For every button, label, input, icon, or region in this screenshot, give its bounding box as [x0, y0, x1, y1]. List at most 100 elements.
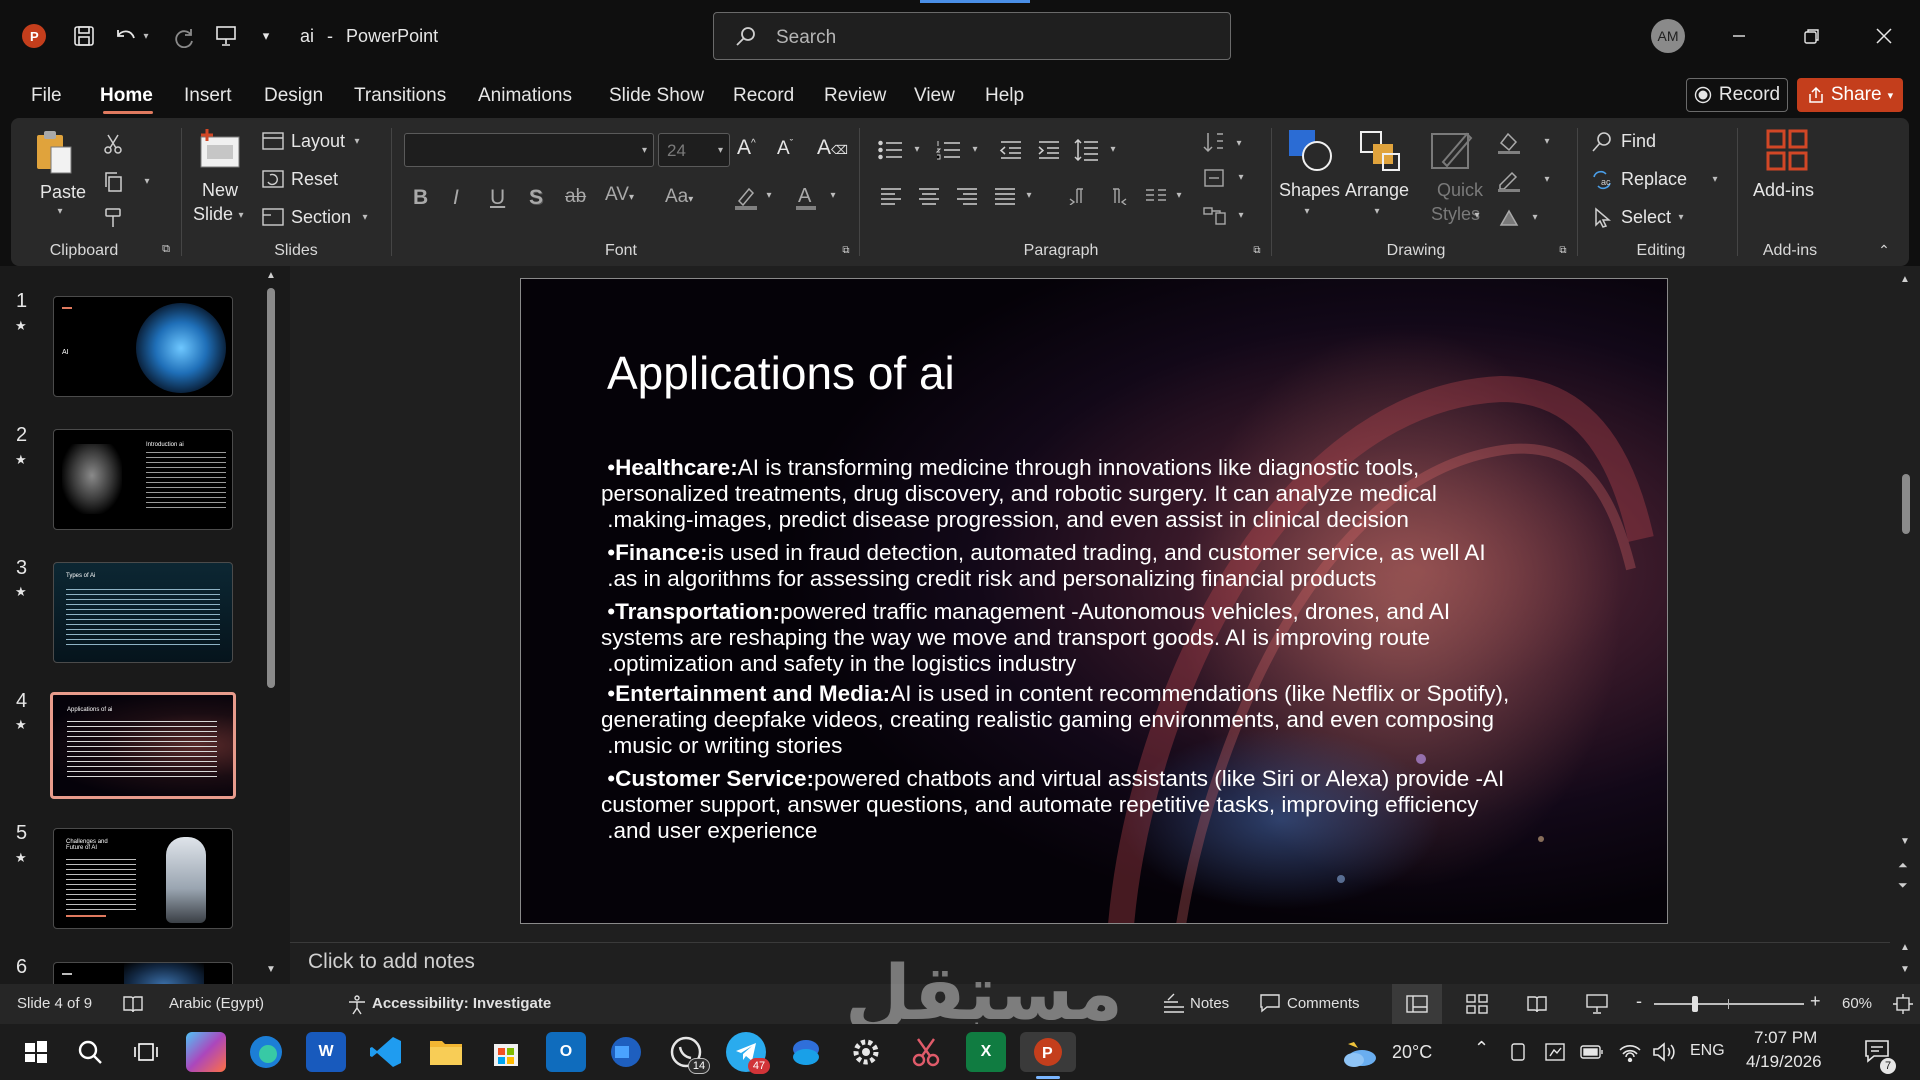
redo-icon[interactable] — [168, 20, 200, 52]
zoom-slider-handle[interactable] — [1692, 996, 1698, 1012]
align-text-icon[interactable] — [1201, 166, 1229, 190]
tab-record[interactable]: Record — [733, 85, 794, 107]
security-icon[interactable] — [1544, 1042, 1566, 1062]
replace-icon[interactable]: ac — [1589, 168, 1615, 192]
tab-home[interactable]: Home — [100, 85, 153, 107]
previous-slide-icon[interactable]: ⏶ — [1898, 858, 1908, 873]
tab-file[interactable]: File — [31, 85, 62, 107]
word-icon[interactable]: W — [306, 1032, 346, 1072]
microsoft-store-icon[interactable] — [486, 1032, 526, 1072]
file-explorer-icon[interactable] — [426, 1032, 466, 1072]
slide-thumbnail-2[interactable]: Introduction ai — [53, 429, 233, 530]
arrange-button[interactable]: Arrange — [1345, 180, 1409, 201]
right-to-left-icon[interactable] — [1105, 184, 1131, 208]
slide-show-view-icon[interactable] — [1586, 994, 1608, 1014]
spelling-check-icon[interactable] — [122, 994, 144, 1014]
quick-styles-label-1[interactable]: Quick — [1437, 180, 1483, 201]
share-button[interactable]: Share ▾ — [1797, 78, 1903, 112]
notes-placeholder[interactable]: Click to add notes — [308, 950, 475, 974]
new-slide-label-1[interactable]: New — [202, 180, 238, 201]
notes-scroll-down-icon[interactable]: ▼ — [1900, 964, 1910, 975]
reset-icon[interactable] — [261, 168, 285, 190]
slide-thumbnail-6[interactable] — [53, 962, 233, 984]
editor-scrollbar[interactable]: ▲ ▼ ⏶ ⏷ ▲ ▼ — [1896, 274, 1916, 975]
justify-dropdown-icon[interactable]: ▾ — [1023, 190, 1035, 201]
reset-button[interactable]: Reset — [291, 169, 338, 190]
tab-view[interactable]: View — [914, 85, 955, 107]
font-color-dropdown-icon[interactable]: ▾ — [827, 190, 839, 201]
text-direction-icon[interactable] — [1201, 130, 1227, 156]
slide-thumbnail-4[interactable]: Applications of ai — [50, 692, 236, 799]
outlook-new-icon[interactable] — [606, 1032, 646, 1072]
thumbnail-scrollbar[interactable]: ▲ ▼ — [264, 270, 278, 984]
notes-icon[interactable] — [1162, 992, 1186, 1014]
slide-sorter-view-icon[interactable] — [1466, 994, 1488, 1014]
tab-slide-show[interactable]: Slide Show — [609, 85, 704, 107]
task-view-icon[interactable] — [126, 1032, 166, 1072]
replace-button[interactable]: Replace — [1621, 169, 1687, 190]
shapes-button[interactable]: Shapes — [1279, 180, 1340, 201]
tab-animations[interactable]: Animations — [478, 85, 572, 107]
reading-view-icon[interactable] — [1526, 994, 1548, 1014]
increase-indent-icon[interactable] — [1035, 138, 1063, 162]
paste-dropdown-icon[interactable]: ▾ — [53, 206, 67, 217]
bullet-transportation[interactable]: •Transportation:powered traffic manageme… — [601, 599, 1601, 677]
strikethrough-icon[interactable]: ab — [565, 186, 586, 208]
left-to-right-icon[interactable] — [1065, 184, 1091, 208]
font-color-icon[interactable]: A — [791, 182, 821, 212]
volume-icon[interactable] — [1652, 1042, 1676, 1062]
slide-thumbnail-1[interactable]: AI — [53, 296, 233, 397]
add-ins-icon[interactable] — [1763, 126, 1811, 174]
format-painter-icon[interactable] — [101, 206, 125, 230]
align-right-icon[interactable] — [953, 184, 981, 208]
section-button[interactable]: Section — [291, 207, 351, 228]
select-button[interactable]: Select — [1621, 207, 1671, 228]
slide-canvas[interactable]: Applications of ai •Healthcare:AI is tra… — [520, 278, 1668, 924]
scrollbar-thumb[interactable] — [1902, 474, 1910, 534]
select-dropdown-icon[interactable]: ▾ — [1675, 212, 1687, 223]
font-name-input[interactable]: ▾ — [404, 133, 654, 167]
shape-outline-dropdown-icon[interactable]: ▾ — [1541, 174, 1553, 185]
paste-icon[interactable] — [33, 128, 75, 176]
font-size-input[interactable]: 24 ▾ — [658, 133, 730, 167]
shape-effects-dropdown-icon[interactable]: ▾ — [1529, 212, 1541, 223]
app-icon[interactable] — [786, 1032, 826, 1072]
search-icon[interactable] — [70, 1032, 110, 1072]
bullet-entertainment[interactable]: •Entertainment and Media:AI is used in c… — [601, 681, 1601, 759]
notes-button[interactable]: Notes — [1190, 995, 1229, 1012]
vscode-icon[interactable] — [366, 1032, 406, 1072]
next-slide-icon[interactable]: ⏷ — [1898, 878, 1908, 893]
tab-insert[interactable]: Insert — [184, 85, 232, 107]
battery-icon[interactable] — [1580, 1043, 1604, 1061]
zoom-in-button[interactable]: + — [1810, 991, 1821, 1012]
layout-dropdown-icon[interactable]: ▾ — [351, 136, 363, 147]
text-direction-dropdown-icon[interactable]: ▾ — [1233, 138, 1245, 149]
copilot-icon[interactable] — [186, 1032, 226, 1072]
find-button[interactable]: Find — [1621, 131, 1656, 152]
edge-icon[interactable] — [246, 1032, 286, 1072]
scrollbar-thumb[interactable] — [267, 288, 275, 688]
comments-button[interactable]: Comments — [1287, 995, 1360, 1012]
line-spacing-dropdown-icon[interactable]: ▾ — [1107, 144, 1119, 155]
arrange-icon[interactable] — [1355, 126, 1405, 174]
settings-icon[interactable] — [846, 1032, 886, 1072]
scroll-down-icon[interactable]: ▼ — [1900, 836, 1910, 847]
weather-icon[interactable] — [1340, 1038, 1378, 1068]
cut-icon[interactable] — [101, 132, 125, 156]
start-icon[interactable] — [16, 1032, 56, 1072]
shapes-dropdown-icon[interactable]: ▾ — [1301, 206, 1313, 217]
highlight-dropdown-icon[interactable]: ▾ — [763, 190, 775, 201]
section-icon[interactable] — [261, 206, 285, 228]
scroll-down-icon[interactable]: ▼ — [266, 964, 276, 975]
clock-time[interactable]: 7:07 PM — [1754, 1028, 1817, 1048]
add-ins-button[interactable]: Add-ins — [1753, 180, 1814, 201]
tab-help[interactable]: Help — [985, 85, 1024, 107]
change-case-icon[interactable]: Aa▾ — [665, 186, 693, 208]
excel-icon[interactable]: X — [966, 1032, 1006, 1072]
paragraph-launcher-icon[interactable]: ⧉ — [1251, 244, 1263, 256]
justify-icon[interactable] — [991, 184, 1019, 208]
drawing-launcher-icon[interactable]: ⧉ — [1557, 244, 1569, 256]
line-spacing-icon[interactable] — [1073, 138, 1101, 162]
highlight-color-icon[interactable] — [731, 182, 761, 212]
accessibility-status[interactable]: Accessibility: Investigate — [372, 995, 551, 1012]
